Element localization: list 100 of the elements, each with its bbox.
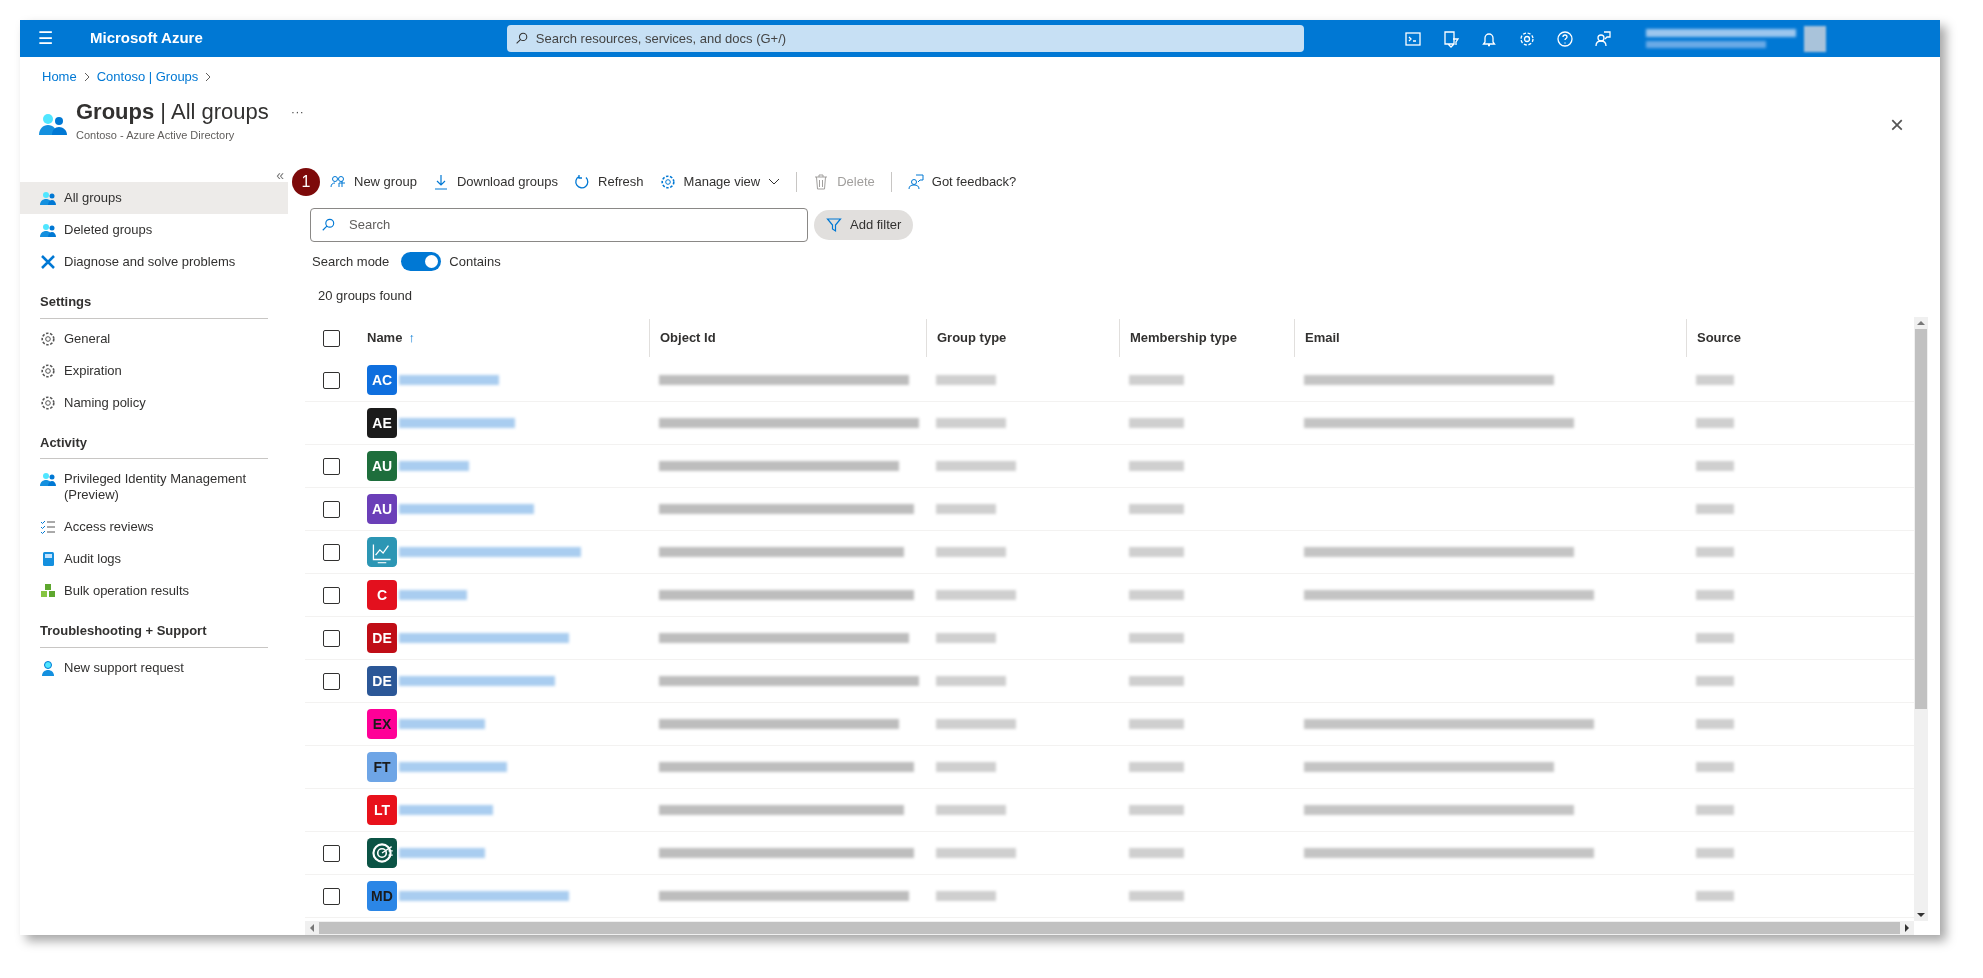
group-avatar: AC	[367, 365, 397, 395]
redacted-text	[936, 547, 1006, 557]
filter-icon	[826, 217, 842, 233]
table-row[interactable]: DE	[305, 617, 1914, 660]
sidebar-item[interactable]: Bulk operation results	[20, 575, 288, 607]
row-checkbox[interactable]	[322, 887, 340, 905]
toolbar-button[interactable]: Manage view	[651, 172, 789, 192]
toolbar-button[interactable]: Download groups	[424, 172, 567, 192]
redacted-text	[1129, 375, 1184, 385]
row-checkbox[interactable]	[322, 629, 340, 647]
search-icon	[321, 218, 335, 232]
redacted-text	[1696, 504, 1734, 514]
group-avatar: LT	[367, 795, 397, 825]
sidebar-item[interactable]: New support request	[20, 651, 288, 684]
redacted-text	[1129, 848, 1184, 858]
page-subtitle: Contoso - Azure Active Directory	[76, 128, 236, 143]
search-field[interactable]: Search resources, services, and docs (G+/)	[506, 25, 1304, 52]
sidebar-item[interactable]: Expiration	[20, 354, 288, 387]
sidebar-item[interactable]: Deleted groups	[20, 214, 288, 246]
redacted-text	[1129, 762, 1184, 772]
support-person-icon	[40, 659, 56, 676]
redacted-text	[1129, 547, 1184, 557]
toolbar-button[interactable]: Refresh	[566, 172, 652, 192]
menu-button[interactable]: ☰	[38, 25, 64, 52]
vertical-scrollbar[interactable]	[1914, 317, 1928, 921]
sidebar-item[interactable]: Access reviews	[20, 511, 288, 543]
redacted-text	[1129, 418, 1184, 428]
search-mode-toggle[interactable]	[401, 252, 442, 272]
group-icon	[40, 471, 56, 487]
brand-title: Microsoft Azure	[90, 28, 203, 49]
redacted-text	[1696, 418, 1734, 428]
feedback-icon[interactable]	[1593, 29, 1612, 48]
row-checkbox[interactable]	[322, 586, 340, 604]
redacted-text	[1129, 676, 1184, 686]
table-row[interactable]: AC	[305, 359, 1914, 402]
gear-icon	[40, 330, 56, 347]
row-checkbox[interactable]	[322, 543, 340, 561]
group-icon	[40, 222, 56, 238]
help-icon[interactable]	[1555, 29, 1574, 48]
search-input[interactable]: Search	[349, 215, 797, 235]
chevron-right-icon	[82, 72, 91, 82]
row-checkbox[interactable]	[322, 672, 340, 690]
book-filter-icon[interactable]	[1441, 29, 1460, 48]
redacted-text	[1696, 891, 1734, 901]
breadcrumb-link[interactable]: Contoso | Groups	[96, 67, 199, 87]
group-icon	[40, 190, 56, 206]
redacted-text	[936, 418, 1006, 428]
horizontal-scrollbar[interactable]	[305, 921, 1914, 935]
table-row[interactable]: C	[305, 574, 1914, 617]
group-avatar: AU	[367, 494, 397, 524]
breadcrumb-link[interactable]: Home	[42, 67, 77, 87]
close-button[interactable]: ×	[1890, 113, 1904, 137]
sidebar-item[interactable]: Privileged Identity Management (Preview)	[20, 463, 288, 511]
sidebar-item[interactable]: General	[20, 322, 288, 355]
redacted-text	[936, 762, 996, 772]
search-mode-label: Search mode	[312, 253, 390, 271]
people-add-icon	[330, 174, 346, 190]
row-checkbox[interactable]	[322, 457, 340, 475]
more-button[interactable]: ···	[290, 102, 304, 122]
column-header[interactable]: Object Id	[660, 328, 716, 348]
column-header[interactable]: Group type	[937, 328, 1007, 348]
redacted-text	[1129, 891, 1184, 901]
row-checkbox[interactable]	[322, 371, 340, 389]
redacted-text	[936, 676, 1006, 686]
redacted-text	[1129, 719, 1184, 729]
group-avatar: FT	[367, 752, 397, 782]
terminal-icon[interactable]	[1403, 29, 1422, 48]
toolbar-button[interactable]: Got feedback?	[899, 172, 1025, 192]
sidebar-item[interactable]: Audit logs	[20, 543, 288, 575]
collapse-button[interactable]: «	[276, 168, 284, 182]
row-checkbox[interactable]	[322, 844, 340, 862]
table-row[interactable]: DE	[305, 660, 1914, 703]
column-header[interactable]: Membership type	[1130, 328, 1237, 348]
cubes-icon	[40, 583, 56, 599]
redacted-text	[936, 504, 996, 514]
sidebar-item[interactable]: Naming policy	[20, 386, 288, 419]
sidebar-item[interactable]: All groups	[20, 182, 288, 214]
table-row[interactable]: AU	[305, 488, 1914, 531]
sidebar-item[interactable]: Diagnose and solve problems	[20, 246, 288, 278]
group-avatar: EX	[367, 709, 397, 739]
table-row[interactable]: MD	[305, 875, 1914, 918]
table-row[interactable]: EX	[305, 703, 1914, 746]
add-filter-button[interactable]: Add filter	[814, 210, 914, 240]
redacted-text	[1696, 547, 1734, 557]
chevron-right-icon	[204, 72, 213, 82]
table-row[interactable]: AE	[305, 402, 1914, 445]
column-header[interactable]: Email	[1305, 328, 1340, 348]
select-all-checkbox[interactable]	[322, 329, 340, 347]
table-row[interactable]: AU	[305, 445, 1914, 488]
toolbar-button[interactable]: New group	[322, 172, 425, 192]
book-icon	[40, 551, 56, 567]
table-row[interactable]: LT	[305, 789, 1914, 832]
search-mode-value: Contains	[449, 253, 501, 271]
search-field[interactable]: Search	[310, 208, 808, 242]
table-row[interactable]: FT	[305, 746, 1914, 789]
row-checkbox[interactable]	[322, 500, 340, 518]
column-header[interactable]: Source	[1697, 328, 1742, 348]
redacted-text	[936, 633, 996, 643]
group-avatar: AU	[367, 451, 397, 481]
column-header[interactable]: Name	[367, 328, 403, 348]
